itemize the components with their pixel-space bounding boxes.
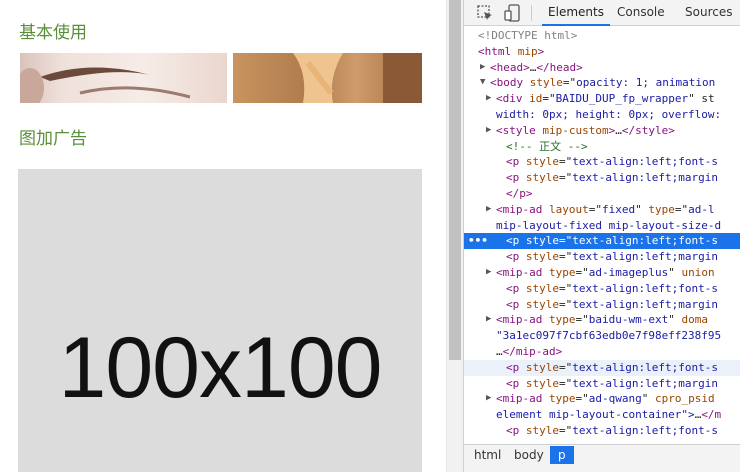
expand-triangle-closed-icon[interactable]: ▶ [486,91,491,107]
dom-node-text: <p style="text-align:left;margin [506,376,718,390]
dom-node-line[interactable]: <p style="text-align:left;font-s [464,423,740,439]
dom-node-line[interactable]: mip-layout-fixed mip-layout-size-d [464,218,740,234]
dom-node-text: <mip-ad type="baidu-wm-ext" doma [496,313,708,327]
page-scrollbar[interactable] [446,0,463,472]
expand-triangle-closed-icon[interactable]: ▶ [486,265,491,281]
dom-node-line[interactable]: <!-- 正文 --> [464,139,740,155]
dom-breadcrumb: html body p [464,444,740,472]
dom-node-line[interactable]: ▶ <mip-ad layout="fixed" type="ad-l [464,202,740,218]
dom-node-line[interactable]: "3a1ec097f7cbf63edb0e7f98eff238f95 [464,328,740,344]
dom-node-text: <mip-ad type="ad-imageplus" union [496,265,715,279]
dom-node-line[interactable]: ▶ <mip-ad type="baidu-wm-ext" doma [464,312,740,328]
scrollbar-thumb[interactable] [449,0,461,360]
breadcrumb-p[interactable]: p [550,446,574,464]
figurine-photo [293,53,422,103]
devtools-panel: Elements Console Sources <!DOCTYPE html>… [463,0,740,472]
expand-triangle-closed-icon[interactable]: ▶ [486,312,491,328]
expand-triangle-closed-icon[interactable]: ▶ [486,123,491,139]
dom-node-text: element mip-layout-container">…</m [496,408,722,422]
dom-node-text: </p> [506,186,533,200]
image-figurine[interactable] [233,53,422,103]
dom-node-line[interactable]: <p style="text-align:left;margin [464,170,740,186]
breadcrumb-body[interactable]: body [510,446,548,464]
breadcrumb-html[interactable]: html [470,446,505,464]
tab-sources[interactable]: Sources [685,0,732,26]
dom-node-line[interactable]: …</mip-ad> [464,344,740,360]
node-actions-icon[interactable]: ••• [468,233,488,249]
dom-node-text: mip-layout-fixed mip-layout-size-d [496,218,722,232]
eyebrow-photo [20,67,191,103]
dom-node-line[interactable]: <p style="text-align:left;font-s [464,154,740,170]
dom-node-line[interactable]: <p style="text-align:left;margin [464,376,740,392]
dom-node-text: …</mip-ad> [496,344,563,358]
dom-node-line[interactable]: <p style="text-align:left;margin [464,249,740,265]
dom-node-line[interactable]: ▶ <style mip-custom>…</style> [464,123,740,139]
dom-node-line[interactable]: <!DOCTYPE html> [464,28,740,44]
tab-elements[interactable]: Elements [542,0,610,26]
dom-node-text: <!-- 正文 --> [506,139,588,153]
dom-node-text: <p style="text-align:left;font-s [506,234,718,248]
dom-node-line[interactable]: ••• <p style="text-align:left;font-s [464,233,740,250]
dom-node-line[interactable]: <p style="text-align:left;font-s [464,281,740,297]
dom-node-text: <style mip-custom>…</style> [496,123,675,137]
dom-node-line[interactable]: width: 0px; height: 0px; overflow: [464,107,740,123]
heading-image-ad: 图加广告 [19,129,87,149]
expand-triangle-closed-icon[interactable]: ▶ [486,391,491,407]
tab-console[interactable]: Console [617,0,665,26]
dom-node-text: <p style="text-align:left;margin [506,171,718,185]
image-eyebrow[interactable] [20,53,227,103]
toolbar-divider [531,5,532,21]
dom-node-line[interactable]: <p style="text-align:left;margin [464,297,740,313]
dom-node-text: <p style="text-align:left;font-s [506,281,718,295]
dom-node-text: <mip-ad type="ad-qwang" cpro_psid [496,392,715,406]
dom-node-line[interactable]: ▶ <mip-ad type="ad-qwang" cpro_psid [464,391,740,407]
devtools-toolbar: Elements Console Sources [464,0,740,26]
dom-tree: <!DOCTYPE html> <html mip> ▶ <head>…</head>… [464,28,740,444]
dom-node-line[interactable]: ▶ <div id="BAIDU_DUP_fp_wrapper" st [464,91,740,107]
dom-node-text: <p style="text-align:left;margin [506,297,718,311]
ad-size-label: 100x100 [58,320,383,416]
dom-node-text: "3a1ec097f7cbf63edb0e7f98eff238f95 [496,329,722,343]
dom-node-text: <head>…</head> [490,60,583,74]
dom-node-text: <body style="opacity: 1; animation [490,76,716,90]
ad-image-placeholder[interactable]: 100x100 [18,169,422,472]
inspect-element-icon[interactable] [476,4,494,22]
expand-triangle-open-icon[interactable]: ▼ [480,75,485,91]
dom-node-line[interactable]: ▶ <mip-ad type="ad-imageplus" union [464,265,740,281]
dom-node-text: width: 0px; height: 0px; overflow: [496,107,722,121]
heading-basic-usage: 基本使用 [19,23,87,43]
dom-node-line[interactable]: <p style="text-align:left;font-s [464,359,740,376]
dom-node-text: <p style="text-align:left;margin [506,250,718,264]
dom-node-line[interactable]: <html mip> [464,44,740,60]
dom-node-text: <p style="text-align:left;font-s [506,423,718,437]
expand-triangle-closed-icon[interactable]: ▶ [480,60,485,76]
dom-node-text: <div id="BAIDU_DUP_fp_wrapper" st [496,92,715,106]
dom-node-line[interactable]: element mip-layout-container">…</m [464,407,740,423]
device-toolbar-icon[interactable] [504,4,522,22]
dom-node-line[interactable]: ▼ <body style="opacity: 1; animation [464,75,740,91]
expand-triangle-closed-icon[interactable]: ▶ [486,202,491,218]
dom-node-text: <p style="text-align:left;font-s [506,360,718,374]
dom-node-line[interactable]: </p> [464,186,740,202]
dom-node-text: <html mip> [478,44,545,58]
dom-node-text: <mip-ad layout="fixed" type="ad-l [496,202,715,216]
dom-node-line[interactable]: ▶ <head>…</head> [464,60,740,76]
dom-node-text: <p style="text-align:left;font-s [506,155,718,169]
page-viewport: 基本使用 图加广告 100x100 [0,0,446,472]
dom-node-text: <!DOCTYPE html> [478,29,578,42]
